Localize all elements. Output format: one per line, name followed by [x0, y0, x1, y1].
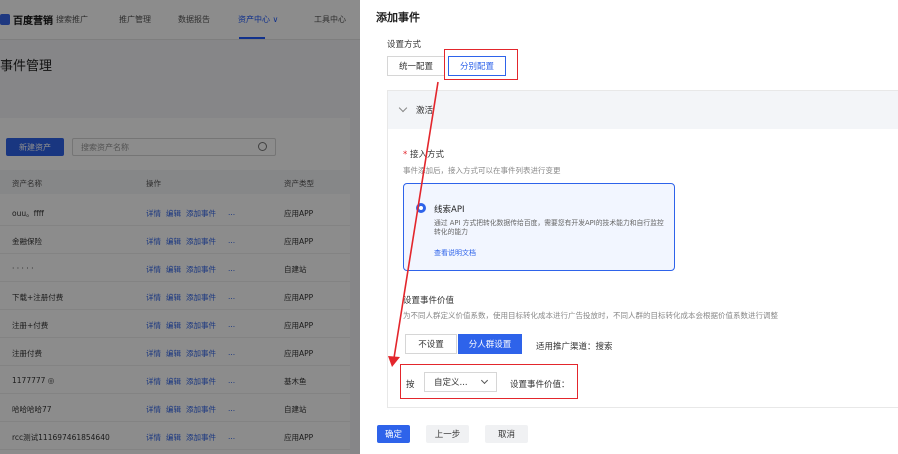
lead-api-description: 通过 API 方式把转化数据传给百度，需要您有开发API的技术能力和自行监控转化…	[434, 219, 664, 236]
confirm-button[interactable]: 确定	[377, 425, 410, 443]
annotation-highlight-value	[400, 364, 578, 399]
config-method-label: 设置方式	[387, 40, 422, 50]
event-value-help: 为不同人群定义价值系数，使用目标转化成本进行广告投放时，不同人群的目标转化成本会…	[403, 311, 778, 320]
by-audience-option[interactable]: 分人群设置	[458, 334, 522, 354]
required-mark: *	[403, 150, 408, 160]
cancel-button[interactable]: 取消	[485, 425, 528, 443]
screen: 百度营销 搜索推广 推广管理 数据报告 资产中心 ∨ 工具中心 事件管理 新建资…	[0, 0, 898, 454]
view-docs-link[interactable]: 查看说明文档	[434, 248, 476, 258]
chevron-down-icon[interactable]	[398, 103, 408, 113]
drawer-title: 添加事件	[376, 11, 420, 24]
annotation-highlight-config	[444, 49, 518, 80]
channel-text: 适用推广渠道：搜索	[536, 342, 613, 352]
background-page: 百度营销 搜索推广 推广管理 数据报告 资产中心 ∨ 工具中心 事件管理 新建资…	[0, 0, 360, 454]
modal-overlay[interactable]	[0, 0, 360, 454]
panel-header[interactable]: 激活	[388, 91, 898, 129]
unified-config-option[interactable]: 统一配置	[387, 56, 445, 76]
lead-api-title: 线索API	[434, 205, 465, 215]
event-name: 激活	[416, 106, 434, 116]
add-event-drawer: 添加事件 设置方式 统一配置 分别配置 激活 * 接入方式 事件添加后，接入方式…	[360, 0, 898, 454]
previous-step-button[interactable]: 上一步	[426, 425, 469, 443]
lead-api-option-card[interactable]: 线索API 通过 API 方式把转化数据传给百度，需要您有开发API的技术能力和…	[403, 183, 675, 271]
access-method-help: 事件添加后，接入方式可以在事件列表进行变更	[403, 166, 561, 175]
no-value-option[interactable]: 不设置	[405, 334, 457, 354]
radio-selected-icon[interactable]	[416, 203, 426, 213]
event-value-label: 设置事件价值	[403, 296, 455, 306]
access-method-text: 接入方式	[409, 150, 444, 160]
access-method-label: * 接入方式	[403, 148, 444, 160]
